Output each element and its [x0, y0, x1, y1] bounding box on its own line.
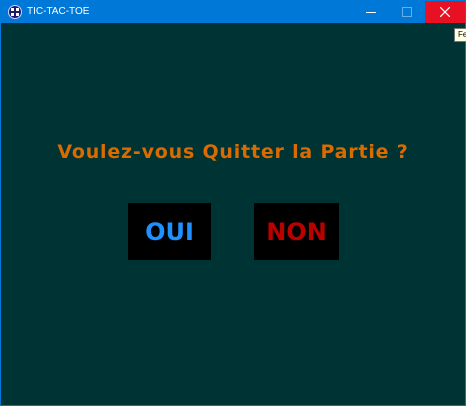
close-tooltip: Fe [454, 28, 466, 42]
window-title: TIC-TAC-TOE [27, 6, 90, 17]
minimize-button[interactable] [353, 1, 389, 23]
game-window: TIC-TAC-TOE Voulez-vous Quitter la Parti… [0, 0, 466, 406]
no-button[interactable]: NON [254, 203, 339, 260]
close-button[interactable] [425, 1, 465, 23]
maximize-button[interactable] [389, 1, 425, 23]
title-bar[interactable]: TIC-TAC-TOE [1, 1, 465, 23]
quit-question: Voulez-vous Quitter la Partie ? [57, 141, 409, 163]
close-icon [440, 7, 450, 17]
yes-button[interactable]: OUI [128, 203, 211, 260]
minimize-icon [366, 12, 376, 13]
app-icon[interactable] [8, 5, 22, 19]
maximize-icon [402, 7, 412, 17]
